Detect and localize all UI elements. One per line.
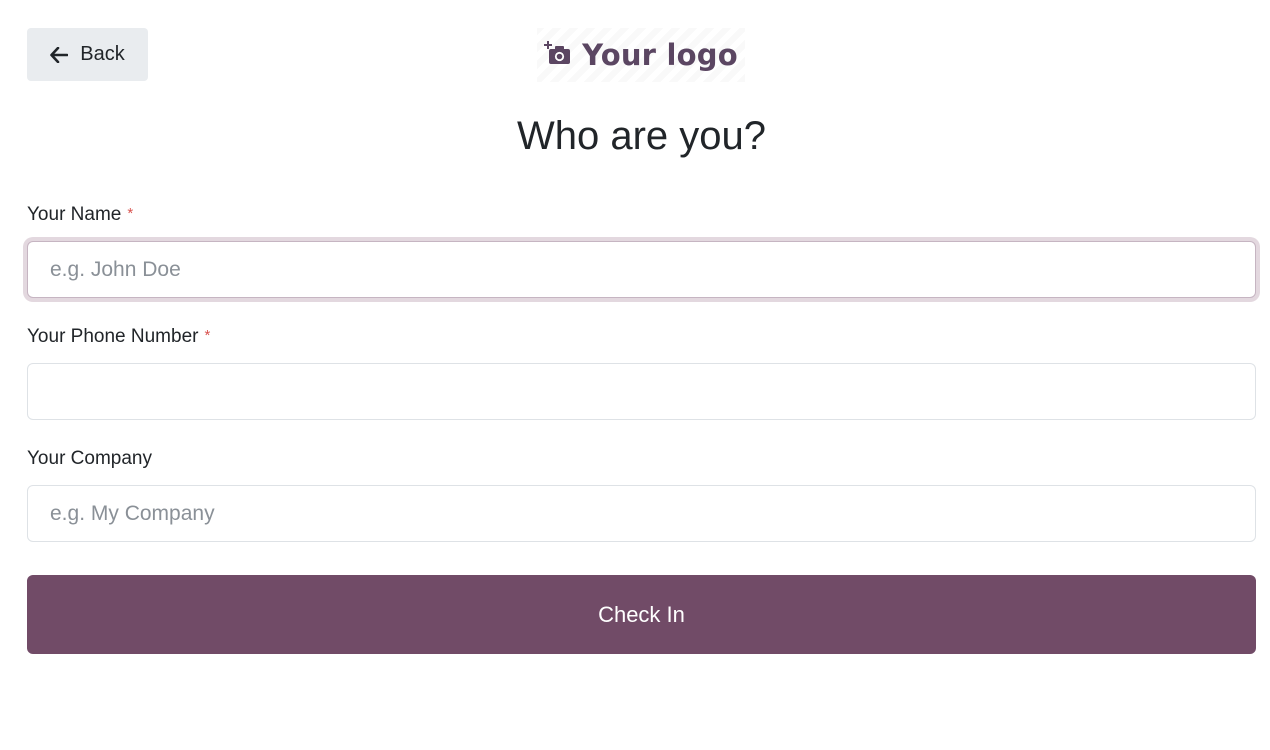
company-label-text: Your Company (27, 448, 152, 469)
company-field-label: Your Company (27, 448, 152, 470)
company-logo: Your logo (537, 28, 745, 82)
back-button[interactable]: Back (27, 28, 148, 81)
logo-text: Your logo (582, 38, 738, 72)
checkin-page: Back Your logo Who are you? Your Name * Y… (0, 0, 1270, 750)
page-title: Who are you? (516, 114, 767, 158)
phone-field-label: Your Phone Number * (27, 326, 210, 348)
camera-plus-icon (544, 40, 572, 71)
phone-input[interactable] (27, 363, 1256, 420)
name-field-label: Your Name * (27, 204, 133, 226)
name-input[interactable] (27, 241, 1256, 298)
back-button-label: Back (80, 43, 125, 65)
name-required-marker: * (127, 205, 134, 222)
company-input[interactable] (27, 485, 1256, 542)
phone-required-marker: * (204, 327, 211, 344)
name-label-text: Your Name (27, 204, 122, 225)
arrow-left-icon (50, 46, 69, 63)
check-in-button[interactable]: Check In (27, 575, 1256, 654)
phone-label-text: Your Phone Number (27, 326, 199, 347)
